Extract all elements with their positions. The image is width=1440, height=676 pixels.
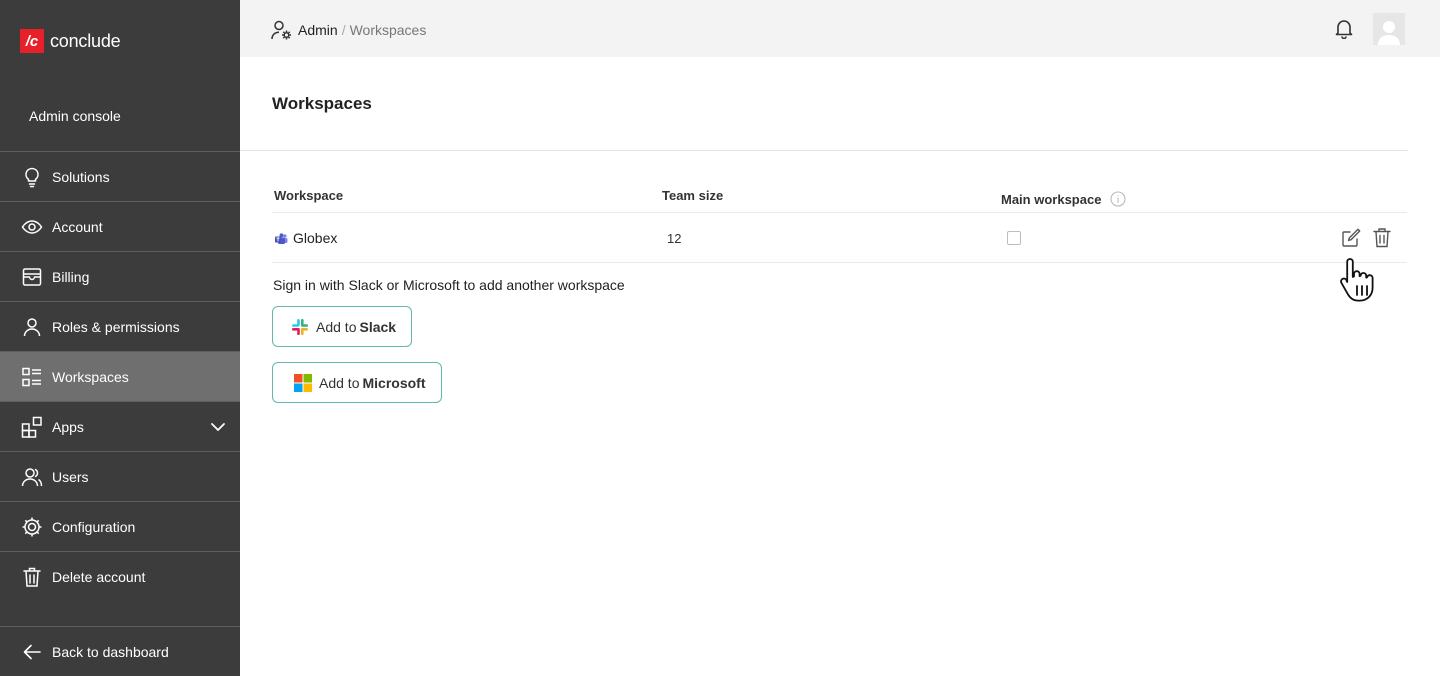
hand-cursor-icon bbox=[1336, 255, 1384, 305]
lightbulb-icon bbox=[21, 166, 43, 188]
brand-logo: /c bbox=[20, 29, 44, 53]
sidebar-item-apps[interactable]: Apps bbox=[0, 401, 240, 451]
signin-instructions: Sign in with Slack or Microsoft to add a… bbox=[273, 277, 625, 293]
title-divider bbox=[240, 150, 1408, 151]
bell-icon[interactable] bbox=[1333, 17, 1355, 40]
team-size-value: 12 bbox=[667, 231, 682, 246]
sidebar-item-account[interactable]: Account bbox=[0, 201, 240, 251]
sidebar-item-configuration[interactable]: Configuration bbox=[0, 501, 240, 551]
breadcrumb-current: Workspaces bbox=[349, 22, 427, 38]
admin-settings-icon bbox=[270, 19, 292, 41]
add-to-microsoft-button[interactable]: Add to Microsoft bbox=[272, 362, 442, 403]
add-to-slack-button[interactable]: Add to Slack bbox=[272, 306, 412, 347]
microsoft-button-prefix: Add to bbox=[319, 374, 360, 391]
workspaces-icon bbox=[21, 366, 43, 388]
chevron-down-icon[interactable] bbox=[210, 419, 226, 435]
apps-icon bbox=[21, 416, 43, 438]
edit-icon[interactable] bbox=[1341, 227, 1362, 248]
sidebar-item-label: Delete account bbox=[52, 568, 146, 585]
sidebar-item-label: Roles & permissions bbox=[52, 318, 180, 335]
page-title: Workspaces bbox=[272, 94, 372, 113]
main-workspace-checkbox[interactable] bbox=[1007, 231, 1021, 245]
column-header-workspace: Workspace bbox=[274, 188, 344, 203]
avatar[interactable] bbox=[1373, 13, 1405, 45]
breadcrumb-admin[interactable]: Admin bbox=[298, 22, 338, 38]
sidebar-item-users[interactable]: Users bbox=[0, 451, 240, 501]
sidebar-item-solutions[interactable]: Solutions bbox=[0, 151, 240, 201]
info-icon[interactable] bbox=[1110, 191, 1126, 207]
column-header-main-workspace: Main workspace bbox=[1001, 191, 1126, 207]
console-label: Admin console bbox=[29, 108, 121, 124]
workspace-name: Globex bbox=[275, 230, 337, 246]
user-icon bbox=[21, 316, 43, 338]
billing-icon bbox=[21, 266, 43, 288]
sidebar-item-label: Workspaces bbox=[52, 368, 129, 385]
microsoft-button-brand: Microsoft bbox=[362, 374, 426, 391]
column-header-team-size: Team size bbox=[662, 188, 724, 203]
breadcrumb-separator: / bbox=[341, 22, 346, 38]
microsoft-icon bbox=[294, 373, 312, 392]
trash-icon bbox=[21, 566, 43, 588]
slack-button-prefix: Add to bbox=[316, 318, 357, 335]
table-row-border bbox=[272, 262, 1407, 263]
back-to-dashboard-link[interactable]: Back to dashboard bbox=[0, 626, 240, 676]
slack-icon bbox=[291, 318, 309, 336]
sidebar-item-label: Billing bbox=[52, 268, 90, 285]
sidebar-nav: Solutions Account Billing Roles & permis… bbox=[0, 151, 240, 601]
column-header-main-workspace-label: Main workspace bbox=[1001, 191, 1102, 207]
sidebar-item-delete-account[interactable]: Delete account bbox=[0, 551, 240, 601]
teams-icon bbox=[275, 232, 288, 244]
brand[interactable]: /c conclude bbox=[20, 29, 121, 53]
breadcrumb: Admin / Workspaces bbox=[270, 19, 426, 41]
users-icon bbox=[21, 466, 43, 488]
back-label: Back to dashboard bbox=[52, 643, 169, 660]
sidebar-item-label: Apps bbox=[52, 418, 84, 435]
brand-name: conclude bbox=[50, 30, 121, 51]
sidebar-item-workspaces[interactable]: Workspaces bbox=[0, 351, 240, 401]
workspace-name-text: Globex bbox=[293, 230, 338, 246]
sidebar-item-roles[interactable]: Roles & permissions bbox=[0, 301, 240, 351]
sidebar-item-billing[interactable]: Billing bbox=[0, 251, 240, 301]
sidebar-item-label: Solutions bbox=[52, 168, 110, 185]
trash-icon[interactable] bbox=[1372, 227, 1392, 248]
gear-icon bbox=[21, 516, 43, 538]
sidebar-item-label: Account bbox=[52, 218, 103, 235]
eye-icon bbox=[21, 216, 43, 238]
table-header-border bbox=[272, 212, 1407, 213]
topbar: Admin / Workspaces bbox=[240, 0, 1440, 57]
arrow-left-icon bbox=[21, 641, 43, 663]
sidebar-item-label: Configuration bbox=[52, 518, 136, 535]
sidebar-item-label: Users bbox=[52, 468, 89, 485]
slack-button-brand: Slack bbox=[359, 318, 397, 335]
sidebar: /c conclude Admin console Solutions Acco… bbox=[0, 0, 240, 676]
